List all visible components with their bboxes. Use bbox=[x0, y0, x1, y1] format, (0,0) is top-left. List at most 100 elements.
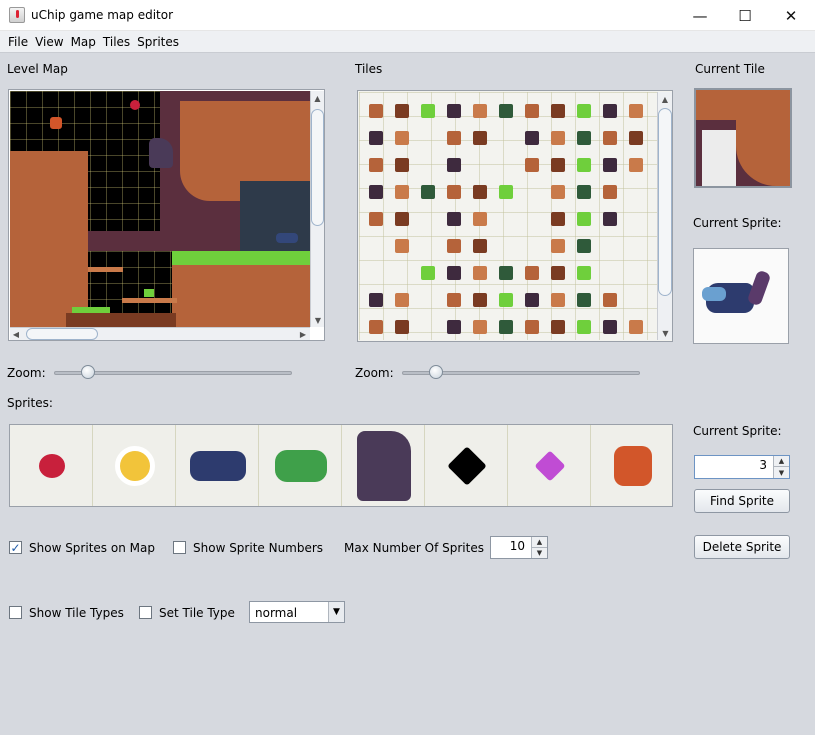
tileset-tile[interactable] bbox=[551, 212, 565, 226]
close-button[interactable]: ✕ bbox=[768, 0, 814, 31]
tileset-tile[interactable] bbox=[499, 320, 513, 334]
tileset-tile[interactable] bbox=[369, 158, 383, 172]
tileset-tile[interactable] bbox=[551, 131, 565, 145]
show-tile-types-checkbox[interactable] bbox=[9, 606, 22, 619]
level-map-zoom-knob[interactable] bbox=[80, 365, 95, 379]
tileset-tile[interactable] bbox=[499, 104, 513, 118]
tileset-tile[interactable] bbox=[577, 158, 591, 172]
tileset-tile[interactable] bbox=[369, 185, 383, 199]
minimize-button[interactable]: — bbox=[677, 0, 723, 31]
level-map-canvas[interactable] bbox=[10, 91, 310, 327]
sprite-slot-eagle[interactable] bbox=[342, 425, 425, 506]
spinner-arrows[interactable]: ▲ ▼ bbox=[531, 537, 547, 558]
tileset-tile[interactable] bbox=[603, 131, 617, 145]
tileset-tile[interactable] bbox=[395, 293, 409, 307]
sprite-slot-star-coin[interactable] bbox=[93, 425, 176, 506]
tileset-tile[interactable] bbox=[447, 239, 461, 253]
tiles-panel[interactable]: ▲ ▼ bbox=[357, 90, 673, 342]
tileset-tile[interactable] bbox=[577, 104, 591, 118]
tileset-tile[interactable] bbox=[577, 239, 591, 253]
tileset-tile[interactable] bbox=[525, 293, 539, 307]
tileset-tile[interactable] bbox=[447, 320, 461, 334]
tileset-tile[interactable] bbox=[473, 239, 487, 253]
scroll-up-arrow-icon[interactable]: ▲ bbox=[658, 92, 672, 106]
max-sprites-spinner[interactable]: 10 ▲ ▼ bbox=[490, 536, 548, 559]
tileset-tile[interactable] bbox=[577, 266, 591, 280]
current-sprite-value[interactable]: 3 bbox=[759, 458, 767, 472]
map-sprite-eagle[interactable] bbox=[149, 138, 173, 168]
delete-sprite-button[interactable]: Delete Sprite bbox=[694, 535, 790, 559]
tileset-tile[interactable] bbox=[473, 266, 487, 280]
spinner-up-icon[interactable]: ▲ bbox=[774, 456, 789, 467]
tileset-tile[interactable] bbox=[473, 185, 487, 199]
tileset-tile[interactable] bbox=[447, 158, 461, 172]
tileset-tile[interactable] bbox=[629, 104, 643, 118]
spinner-up-icon[interactable]: ▲ bbox=[532, 537, 547, 548]
tileset-tile[interactable] bbox=[551, 266, 565, 280]
tileset-tile[interactable] bbox=[447, 185, 461, 199]
tiles-vertical-scrollbar[interactable]: ▲ ▼ bbox=[657, 92, 672, 340]
tileset-tile[interactable] bbox=[473, 131, 487, 145]
tileset-tile[interactable] bbox=[499, 185, 513, 199]
tileset-tile[interactable] bbox=[421, 185, 435, 199]
show-sprites-checkbox[interactable]: ✓ bbox=[9, 541, 22, 554]
tileset-tile[interactable] bbox=[499, 266, 513, 280]
tiles-zoom-knob[interactable] bbox=[428, 365, 443, 379]
tileset-tile[interactable] bbox=[395, 185, 409, 199]
scroll-right-arrow-icon[interactable]: ▶ bbox=[297, 328, 309, 340]
tileset-tile[interactable] bbox=[603, 104, 617, 118]
tileset-tile[interactable] bbox=[577, 293, 591, 307]
tileset-tile[interactable] bbox=[525, 266, 539, 280]
scroll-thumb[interactable] bbox=[26, 328, 98, 340]
tileset-tile[interactable] bbox=[395, 212, 409, 226]
maximize-button[interactable]: ☐ bbox=[722, 0, 768, 31]
menu-map[interactable]: Map bbox=[68, 35, 99, 49]
tileset-tile[interactable] bbox=[395, 131, 409, 145]
tileset-tile[interactable] bbox=[603, 212, 617, 226]
scroll-down-arrow-icon[interactable]: ▼ bbox=[311, 313, 325, 327]
tileset-tile[interactable] bbox=[369, 320, 383, 334]
tileset-tile[interactable] bbox=[603, 320, 617, 334]
sprite-slot-black-diamond[interactable] bbox=[425, 425, 508, 506]
tileset-tile[interactable] bbox=[447, 131, 461, 145]
tile-type-select[interactable]: normal ▼ bbox=[249, 601, 345, 623]
tileset-tile[interactable] bbox=[577, 185, 591, 199]
tileset-tile[interactable] bbox=[395, 239, 409, 253]
tileset-tile[interactable] bbox=[395, 320, 409, 334]
tileset-tile[interactable] bbox=[447, 293, 461, 307]
menu-view[interactable]: View bbox=[32, 35, 66, 49]
menu-sprites[interactable]: Sprites bbox=[134, 35, 182, 49]
spinner-arrows[interactable]: ▲ ▼ bbox=[773, 456, 789, 478]
menu-tiles[interactable]: Tiles bbox=[100, 35, 133, 49]
tileset-tile[interactable] bbox=[603, 158, 617, 172]
scroll-thumb[interactable] bbox=[311, 109, 324, 226]
set-tile-type-checkbox[interactable] bbox=[139, 606, 152, 619]
tileset-tile[interactable] bbox=[369, 104, 383, 118]
tileset-tile[interactable] bbox=[447, 104, 461, 118]
tileset-tile[interactable] bbox=[629, 320, 643, 334]
tileset-tile[interactable] bbox=[551, 320, 565, 334]
level-map-horizontal-scrollbar[interactable]: ◀ ▶ bbox=[10, 327, 310, 340]
tileset-tile[interactable] bbox=[369, 131, 383, 145]
tileset-tile[interactable] bbox=[473, 293, 487, 307]
tileset-tile[interactable] bbox=[395, 158, 409, 172]
tileset-tile[interactable] bbox=[551, 239, 565, 253]
tileset-tile[interactable] bbox=[447, 212, 461, 226]
show-sprite-numbers-checkbox[interactable] bbox=[173, 541, 186, 554]
tileset-tile[interactable] bbox=[473, 320, 487, 334]
tileset-tile[interactable] bbox=[369, 293, 383, 307]
tileset-tile[interactable] bbox=[551, 293, 565, 307]
tileset-tile[interactable] bbox=[421, 266, 435, 280]
current-sprite-spinner[interactable]: 3 ▲ ▼ bbox=[694, 455, 790, 479]
sprite-slot-opossum[interactable] bbox=[176, 425, 259, 506]
spinner-down-icon[interactable]: ▼ bbox=[532, 548, 547, 559]
tileset-tile[interactable] bbox=[395, 104, 409, 118]
sprite-slot-fox-creature[interactable] bbox=[591, 425, 672, 506]
tileset-tile[interactable] bbox=[525, 131, 539, 145]
scroll-left-arrow-icon[interactable]: ◀ bbox=[10, 328, 22, 340]
tileset-tile[interactable] bbox=[473, 104, 487, 118]
chevron-down-icon[interactable]: ▼ bbox=[328, 602, 344, 622]
spinner-down-icon[interactable]: ▼ bbox=[774, 467, 789, 478]
tileset-canvas[interactable] bbox=[359, 92, 657, 340]
level-map-panel[interactable]: ▲ ▼ ◀ ▶ bbox=[8, 89, 325, 341]
